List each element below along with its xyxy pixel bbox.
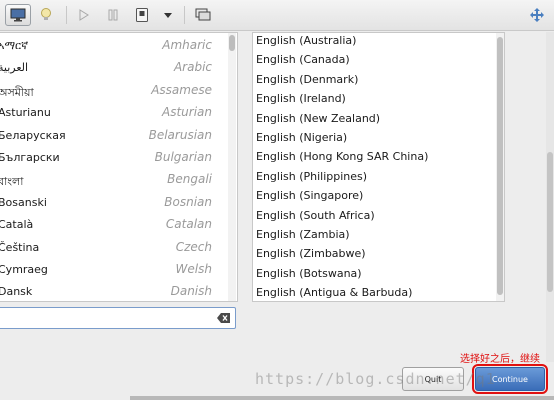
language-row[interactable]: Asturianu Asturian [0, 102, 228, 124]
language-native-name: Cymraeg [0, 263, 48, 276]
locale-list-scroll-thumb[interactable] [497, 37, 503, 295]
screens-icon[interactable] [193, 4, 213, 26]
language-native-name: Català [0, 218, 34, 232]
power-icon[interactable] [133, 4, 151, 26]
language-native-name: Dansk [0, 285, 33, 299]
lightbulb-icon[interactable] [36, 4, 56, 26]
locale-row[interactable]: English (Botswana) [256, 267, 362, 286]
language-native-name: Čeština [0, 240, 40, 254]
locale-list-scrollbar[interactable] [496, 33, 504, 301]
language-native-name: العربية [0, 61, 29, 75]
language-native-name: ኣማርኛ [0, 39, 29, 52]
window-scroll-thumb[interactable] [547, 152, 553, 292]
language-english-name: Bosnian [164, 194, 212, 209]
toolbar-separator [184, 6, 185, 24]
language-row[interactable]: ኣማርኛ Amharic [0, 35, 228, 57]
language-english-name: Welsh [175, 262, 212, 276]
language-native-name: Български [0, 151, 60, 164]
language-native-name: Беларуская [0, 128, 66, 142]
locale-row[interactable]: English (Zimbabwe) [256, 247, 366, 266]
locale-row[interactable]: English (Canada) [256, 53, 350, 72]
language-english-name: Arabic [173, 60, 212, 75]
locale-row[interactable]: English (Australia) [256, 34, 356, 53]
watermark-text: https://blog.csdn.net/q1 [255, 370, 496, 388]
language-row[interactable]: বাংলা Bengali [0, 169, 228, 191]
language-row[interactable]: অসমীয়া Assamese [0, 80, 228, 102]
language-list-scrollbar[interactable] [228, 33, 236, 301]
language-english-name: Belarusian [148, 127, 212, 142]
language-english-name: Czech [175, 239, 212, 254]
language-native-name: Bosanski [0, 195, 47, 209]
dropdown-arrow-icon[interactable] [160, 4, 176, 26]
locale-row[interactable]: English (Nigeria) [256, 131, 347, 150]
annotation-note: 选择好之后，继续 [460, 354, 540, 365]
language-row[interactable]: Cymraeg Welsh [0, 259, 228, 281]
language-english-name: Bengali [167, 172, 212, 187]
language-search-input[interactable] [0, 307, 236, 329]
language-list-scroll-thumb[interactable] [229, 35, 235, 51]
language-row[interactable]: العربية Arabic [0, 57, 228, 79]
locale-list[interactable]: English (Australia) English (Canada) Engli… [252, 32, 505, 302]
clear-search-icon[interactable] [217, 312, 231, 324]
language-english-name: Assamese [151, 82, 212, 97]
locale-row[interactable]: English (Zambia) [256, 228, 350, 247]
language-english-name: Catalan [165, 217, 212, 232]
toolbar-separator [66, 6, 67, 24]
language-list[interactable]: ኣማርኛ Amharic العربية Arabic অসমীয়া Assamese A… [0, 32, 238, 302]
language-native-name: Asturianu [0, 106, 51, 120]
locale-row[interactable]: English (Singapore) [256, 189, 363, 208]
locale-row[interactable]: English (Antigua & Barbuda) [256, 286, 412, 301]
language-english-name: Bulgarian [154, 150, 212, 164]
toolbar [0, 0, 554, 31]
language-english-name: Asturian [162, 105, 212, 120]
language-native-name: বাংলা [0, 175, 24, 189]
bottom-scrollbar[interactable] [130, 396, 554, 400]
locale-row[interactable]: English (Hong Kong SAR China) [256, 150, 428, 169]
locale-row[interactable]: English (New Zealand) [256, 112, 380, 131]
language-row[interactable]: Български Bulgarian [0, 147, 228, 169]
language-row[interactable]: Čeština Czech [0, 237, 228, 259]
move-arrows-icon[interactable] [526, 4, 548, 26]
locale-row[interactable]: English (Philippines) [256, 170, 367, 189]
pause-icon[interactable] [104, 4, 122, 26]
language-native-name: অসমীয়া [0, 85, 34, 99]
language-english-name: Amharic [162, 38, 212, 52]
monitor-icon[interactable] [5, 4, 31, 26]
language-english-name: Danish [170, 284, 212, 299]
locale-row[interactable]: English (Denmark) [256, 73, 358, 92]
window-scrollbar[interactable] [546, 32, 554, 362]
language-row[interactable]: Dansk Danish [0, 281, 228, 301]
language-row[interactable]: Беларуская Belarusian [0, 125, 228, 147]
language-row[interactable]: Bosanski Bosnian [0, 192, 228, 214]
locale-row[interactable]: English (Ireland) [256, 92, 346, 111]
play-icon[interactable] [76, 4, 92, 26]
language-row[interactable]: Català Catalan [0, 214, 228, 236]
locale-row[interactable]: English (South Africa) [256, 209, 375, 228]
